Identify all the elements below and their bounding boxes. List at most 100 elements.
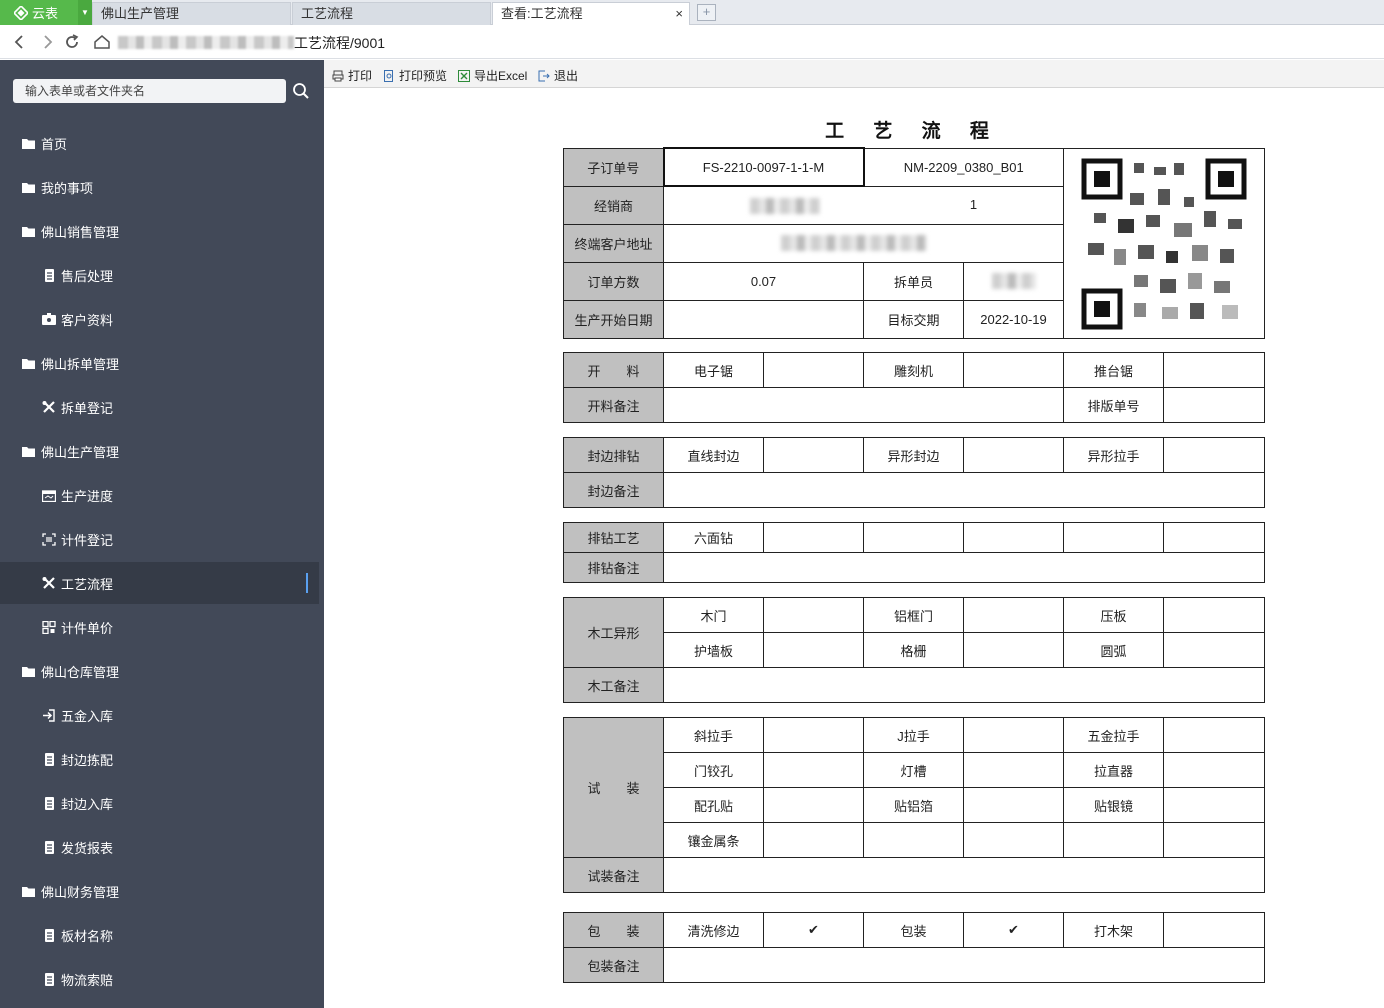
exit-button[interactable]: 退出 — [538, 67, 578, 84]
wood-note-value[interactable] — [663, 667, 1265, 703]
fit-value[interactable] — [763, 717, 864, 753]
fit-value[interactable] — [1163, 787, 1265, 823]
folder-icon — [22, 181, 36, 194]
edge-value[interactable] — [963, 437, 1064, 473]
qr-code-cell — [1063, 147, 1266, 339]
url-text[interactable]: 工艺流程/9001 — [294, 33, 385, 53]
edge-value[interactable] — [763, 437, 864, 473]
fit-item: 贴铝箔 — [863, 787, 964, 823]
sidebar-item[interactable]: 计件单价 — [0, 606, 319, 648]
wood-table: 木工异形 木门 铝框门 压板 护墙板 格栅 圆弧 木工备注 — [563, 597, 1265, 703]
app-brand-button[interactable]: 云表 — [0, 0, 78, 25]
fit-value[interactable] — [1163, 822, 1265, 858]
sidebar-item[interactable]: 计件登记 — [0, 518, 319, 560]
sidebar-item[interactable]: 佛山销售管理 — [0, 210, 319, 252]
pack-note-value[interactable] — [663, 947, 1265, 983]
sidebar-item[interactable]: 首页 — [0, 122, 319, 164]
dealer-suffix: 1 — [969, 196, 978, 212]
cutting-value[interactable] — [963, 352, 1064, 388]
sidebar-item[interactable]: 封边入库 — [0, 782, 319, 824]
wood-value[interactable] — [963, 597, 1064, 633]
sidebar-item[interactable]: 客户资料 — [0, 298, 319, 340]
url-redacted — [118, 36, 294, 49]
close-icon[interactable]: × — [675, 3, 683, 24]
sidebar-item[interactable]: 封边拣配 — [0, 738, 319, 780]
nest-number-value[interactable] — [1163, 387, 1265, 423]
sidebar-item[interactable]: 生产进度 — [0, 474, 319, 516]
fit-value[interactable] — [1063, 822, 1164, 858]
refresh-icon[interactable] — [62, 32, 82, 52]
logo-icon — [14, 5, 28, 20]
home-icon[interactable] — [92, 32, 112, 52]
cutting-note-value[interactable] — [663, 387, 1064, 423]
fit-value[interactable] — [963, 787, 1064, 823]
cutting-item: 电子锯 — [663, 352, 764, 388]
sidebar-item[interactable]: 工艺流程 — [0, 562, 319, 604]
tools-icon — [42, 576, 56, 590]
sidebar-item-label: 工艺流程 — [61, 576, 114, 592]
cutting-value[interactable] — [1163, 352, 1265, 388]
fit-value[interactable] — [1163, 717, 1265, 753]
wood-value[interactable] — [1163, 597, 1265, 633]
volume-label: 订单方数 — [563, 261, 664, 301]
back-icon[interactable] — [10, 32, 30, 52]
search-input[interactable]: 输入表单或者文件夹名 — [13, 79, 286, 103]
sidebar-item[interactable]: 佛山仓库管理 — [0, 650, 319, 692]
sidebar-item[interactable]: 佛山财务管理 — [0, 870, 319, 912]
sidebar-item-label: 佛山销售管理 — [41, 224, 120, 240]
fit-value[interactable] — [763, 787, 864, 823]
wood-value[interactable] — [1163, 632, 1265, 668]
sidebar-item[interactable]: 五金入库 — [0, 694, 319, 736]
drill-value[interactable] — [963, 522, 1064, 553]
tab-production[interactable]: 佛山生产管理 — [92, 2, 291, 25]
print-button[interactable]: 打印 — [332, 67, 372, 84]
fit-value[interactable] — [963, 822, 1064, 858]
drill-note-value[interactable] — [663, 552, 1265, 583]
fit-note-value[interactable] — [663, 857, 1265, 893]
fit-value[interactable] — [863, 822, 964, 858]
sidebar-item-label: 我的事项 — [41, 180, 94, 196]
search-icon[interactable] — [292, 82, 310, 100]
sidebar-item[interactable]: 佛山拆单管理 — [0, 342, 319, 384]
drill-value[interactable] — [763, 522, 864, 553]
cutting-value[interactable] — [763, 352, 864, 388]
wood-value[interactable] — [763, 632, 864, 668]
fit-value[interactable] — [763, 752, 864, 788]
sidebar-item[interactable]: 售后处理 — [0, 254, 319, 296]
fit-value[interactable] — [963, 717, 1064, 753]
drill-value[interactable] — [1063, 522, 1164, 553]
sidebar-item[interactable]: 板材名称 — [0, 914, 319, 956]
tab-process-flow[interactable]: 工艺流程 — [292, 2, 491, 25]
fit-value[interactable] — [963, 752, 1064, 788]
edge-item: 直线封边 — [663, 437, 764, 473]
fit-value[interactable] — [763, 822, 864, 858]
tab-view-process-flow[interactable]: 查看:工艺流程 × — [492, 2, 690, 26]
pack-table: 包 装 清洗修边 ✔ 包装 ✔ 打木架 包装备注 — [563, 912, 1265, 983]
export-excel-button[interactable]: 导出Excel — [458, 67, 527, 84]
sidebar-item[interactable]: 拆单登记 — [0, 386, 319, 428]
drill-value[interactable] — [1163, 522, 1265, 553]
edge-note-value[interactable] — [663, 472, 1265, 508]
sidebar-item[interactable]: 物流索赔 — [0, 958, 319, 1000]
sidebar-item[interactable]: 我的事项 — [0, 166, 319, 208]
check-icon[interactable]: ✔ — [763, 912, 864, 948]
sub-order-number[interactable]: FS-2210-0097-1-1-M — [662, 147, 865, 187]
new-tab-button[interactable]: + — [697, 4, 716, 21]
wood-item: 圆弧 — [1063, 632, 1164, 668]
print-preview-button[interactable]: 打印预览 — [383, 67, 447, 84]
printer-icon — [332, 70, 344, 81]
start-date-label: 生产开始日期 — [563, 299, 664, 339]
chevron-down-icon[interactable]: ▼ — [78, 0, 92, 25]
folder-icon — [22, 357, 36, 370]
forward-icon[interactable] — [37, 32, 57, 52]
wood-value[interactable] — [763, 597, 864, 633]
pack-value[interactable] — [1163, 912, 1265, 948]
drill-value[interactable] — [863, 522, 964, 553]
wood-value[interactable] — [963, 632, 1064, 668]
sidebar-item[interactable]: 发货报表 — [0, 826, 319, 868]
edge-value[interactable] — [1163, 437, 1265, 473]
fit-value[interactable] — [1163, 752, 1265, 788]
check-icon[interactable]: ✔ — [963, 912, 1064, 948]
address-label: 终端客户地址 — [563, 223, 664, 263]
sidebar-item[interactable]: 佛山生产管理 — [0, 430, 319, 472]
